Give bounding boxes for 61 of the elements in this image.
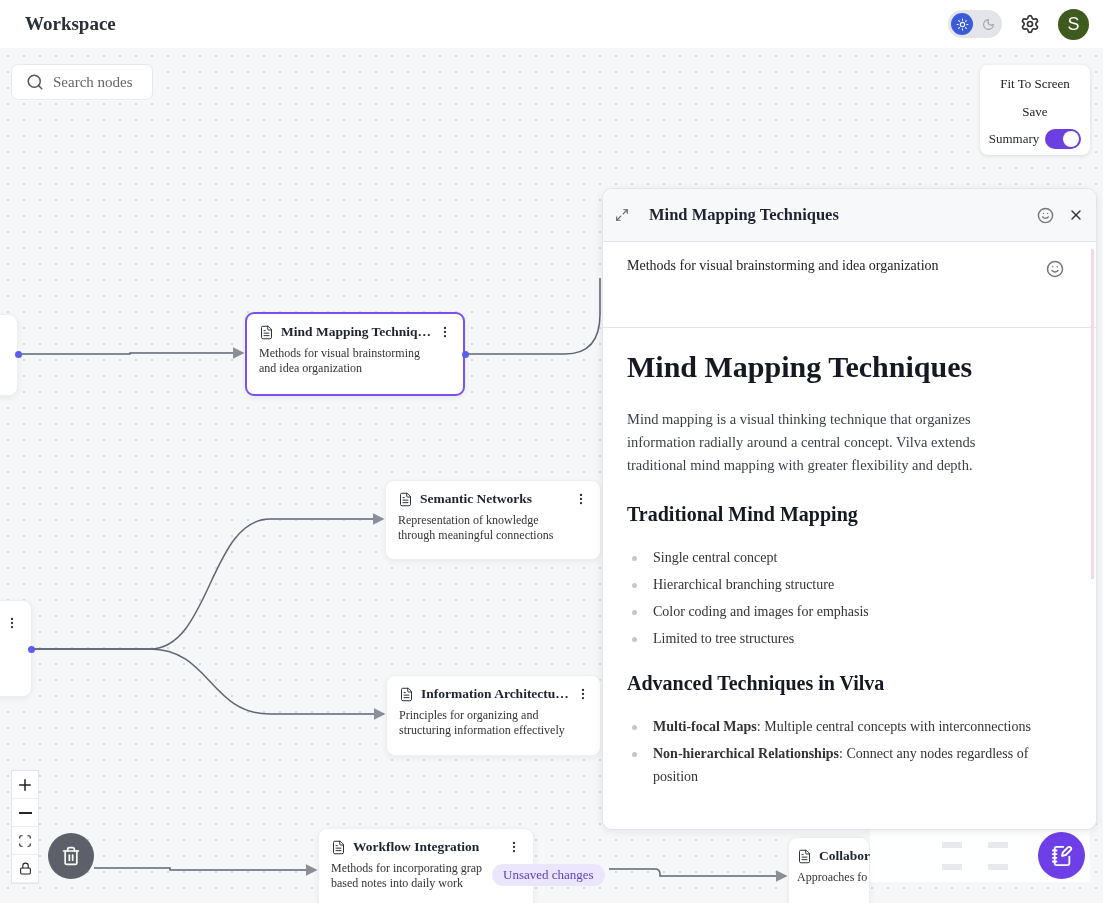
node-card[interactable]: Information Architectu… Principles for organizing and structuring information effectively (386, 675, 601, 756)
node-title: Collabor (819, 848, 870, 864)
node-title: Information Architectu… (421, 686, 569, 702)
node-card[interactable]: Mind Mapping Techniq… Methods for visual brainstorming and idea organization (245, 312, 465, 396)
bullet-dot (632, 583, 637, 588)
list-item: Limited to tree structures (653, 630, 795, 648)
bullet-dot (632, 752, 637, 757)
list-item: Color coding and images for emphasis (653, 603, 869, 621)
summary-label: Summary (988, 131, 1040, 147)
document-icon (398, 491, 413, 507)
list-item: Single central concept (653, 549, 778, 567)
list-item: Hierarchical branching structure (653, 576, 835, 594)
emoji-icon[interactable] (1046, 260, 1064, 278)
content-paragraph: Mind mapping is a visual thinking technique that organizes information radially around a central concept. Vilva extends traditional mind mapping with greater flexibility and depth. (627, 410, 977, 475)
bullet-dot (632, 725, 637, 730)
node-description: Approaches fo (797, 870, 868, 885)
document-icon (259, 324, 274, 340)
node-handle[interactable] (15, 351, 22, 358)
node-handle[interactable] (28, 646, 35, 653)
bullet-dot (632, 610, 637, 615)
node-title: Mind Mapping Techniq… (281, 324, 432, 340)
summary-switch[interactable] (1045, 129, 1082, 149)
user-avatar[interactable]: S (1058, 8, 1089, 40)
sun-icon[interactable] (951, 13, 973, 35)
search-icon (26, 73, 44, 91)
list-item: Non-hierarchical Relationships: Connect any nodes regardless of position (653, 745, 1030, 786)
delete-button[interactable] (48, 833, 94, 879)
node-handle[interactable] (462, 351, 469, 358)
save-button[interactable]: Save (1022, 101, 1048, 123)
node-description: Principles for organizing and structuring information effectively (399, 708, 565, 738)
fit-to-screen-button[interactable]: Fit To Screen (1000, 73, 1070, 95)
document-icon (399, 686, 414, 702)
node-description: Methods for incorporating grap based notes into daily work (331, 861, 482, 891)
lock-icon (18, 862, 32, 875)
bullet-dot (632, 637, 637, 642)
app-title: Workspace (25, 13, 117, 35)
panel-title: Mind Mapping Techniques (648, 205, 840, 225)
bullet-dot (632, 556, 637, 561)
frame-icon (18, 833, 32, 848)
document-icon (797, 848, 812, 864)
node-title: Semantic Networks (420, 491, 534, 507)
node-card[interactable]: Semantic Networks Representation of knowledge through meaningful connections (385, 480, 601, 560)
description-field[interactable]: Methods for visual brainstorming and idea organization (603, 242, 1096, 327)
document-icon (331, 839, 346, 855)
trash-icon (61, 846, 81, 866)
node-description: Methods for visual brainstorming and idea organization (259, 346, 420, 376)
minus-icon (18, 811, 32, 814)
emoji-icon[interactable] (1037, 206, 1054, 224)
list-item: Multi-focal Maps: Multiple central concepts with interconnections (653, 718, 1031, 736)
expand-icon[interactable] (615, 208, 629, 222)
theme-toggle[interactable] (948, 10, 1002, 38)
node-title: Workflow Integration (353, 839, 481, 855)
section-heading: Traditional Mind Mapping (627, 503, 859, 526)
search-field[interactable]: Search nodes (11, 64, 153, 100)
section-heading: Advanced Techniques in Vilva (627, 672, 886, 695)
notebook-pen-icon (1050, 844, 1073, 867)
node-card[interactable]: Collabor Approaches fo (788, 837, 870, 903)
node-description: Representation of knowledge through meaningful connections (398, 513, 554, 543)
unsaved-changes-toast: Unsaved changes (492, 864, 605, 886)
content-heading: Mind Mapping Techniques (627, 350, 974, 384)
settings-icon[interactable] (1020, 14, 1040, 34)
